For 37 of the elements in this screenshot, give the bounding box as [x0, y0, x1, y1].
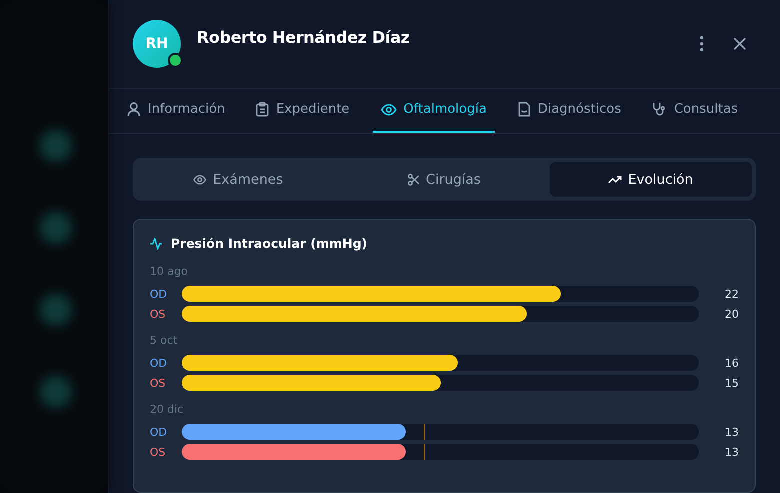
- scissors-icon: [408, 174, 420, 186]
- eye-label: OS: [150, 308, 167, 320]
- eye-icon: [380, 104, 397, 116]
- bar-value: 13: [724, 426, 739, 438]
- bar-value: 20: [724, 308, 739, 320]
- trend-up-icon: [608, 175, 622, 184]
- tab[interactable]: Consultas: [644, 88, 746, 133]
- eye-label: OS: [150, 446, 167, 458]
- bar-value: 16: [724, 356, 739, 370]
- tab[interactable]: Oftalmología: [372, 88, 495, 133]
- tab[interactable]: Diagnósticos: [510, 88, 630, 133]
- tab[interactable]: Expediente: [248, 88, 358, 133]
- date-label: 20 dic: [150, 403, 185, 416]
- bar-value: 22: [724, 288, 739, 300]
- chart-title: Presión Intraocular (mmHg): [171, 236, 368, 251]
- date-label: 5 oct: [150, 334, 179, 347]
- close-icon[interactable]: [734, 38, 746, 50]
- segment-tab[interactable]: Cirugías: [343, 162, 546, 197]
- eye-label: OS: [150, 376, 167, 390]
- document-icon: [518, 102, 531, 118]
- stethoscope-icon: [652, 102, 668, 118]
- date-label: 10 ago: [150, 265, 189, 278]
- person-icon: [127, 102, 141, 118]
- tab[interactable]: Información: [119, 88, 234, 133]
- pulse-icon: [150, 238, 163, 250]
- more-options-icon[interactable]: [700, 36, 704, 52]
- patient-name: Roberto Hernández Díaz: [197, 28, 410, 47]
- eye-label: OD: [150, 426, 168, 438]
- segment-tab[interactable]: Evolución: [550, 162, 752, 197]
- eye-label: OD: [150, 288, 168, 300]
- avatar: RH: [133, 20, 181, 68]
- clipboard-icon: [256, 102, 270, 118]
- eye-label: OD: [150, 356, 168, 370]
- bar-value: 15: [724, 376, 739, 390]
- segment-tab[interactable]: Exámenes: [137, 162, 340, 197]
- eye-icon: [193, 174, 208, 184]
- bar-value: 13: [724, 446, 739, 458]
